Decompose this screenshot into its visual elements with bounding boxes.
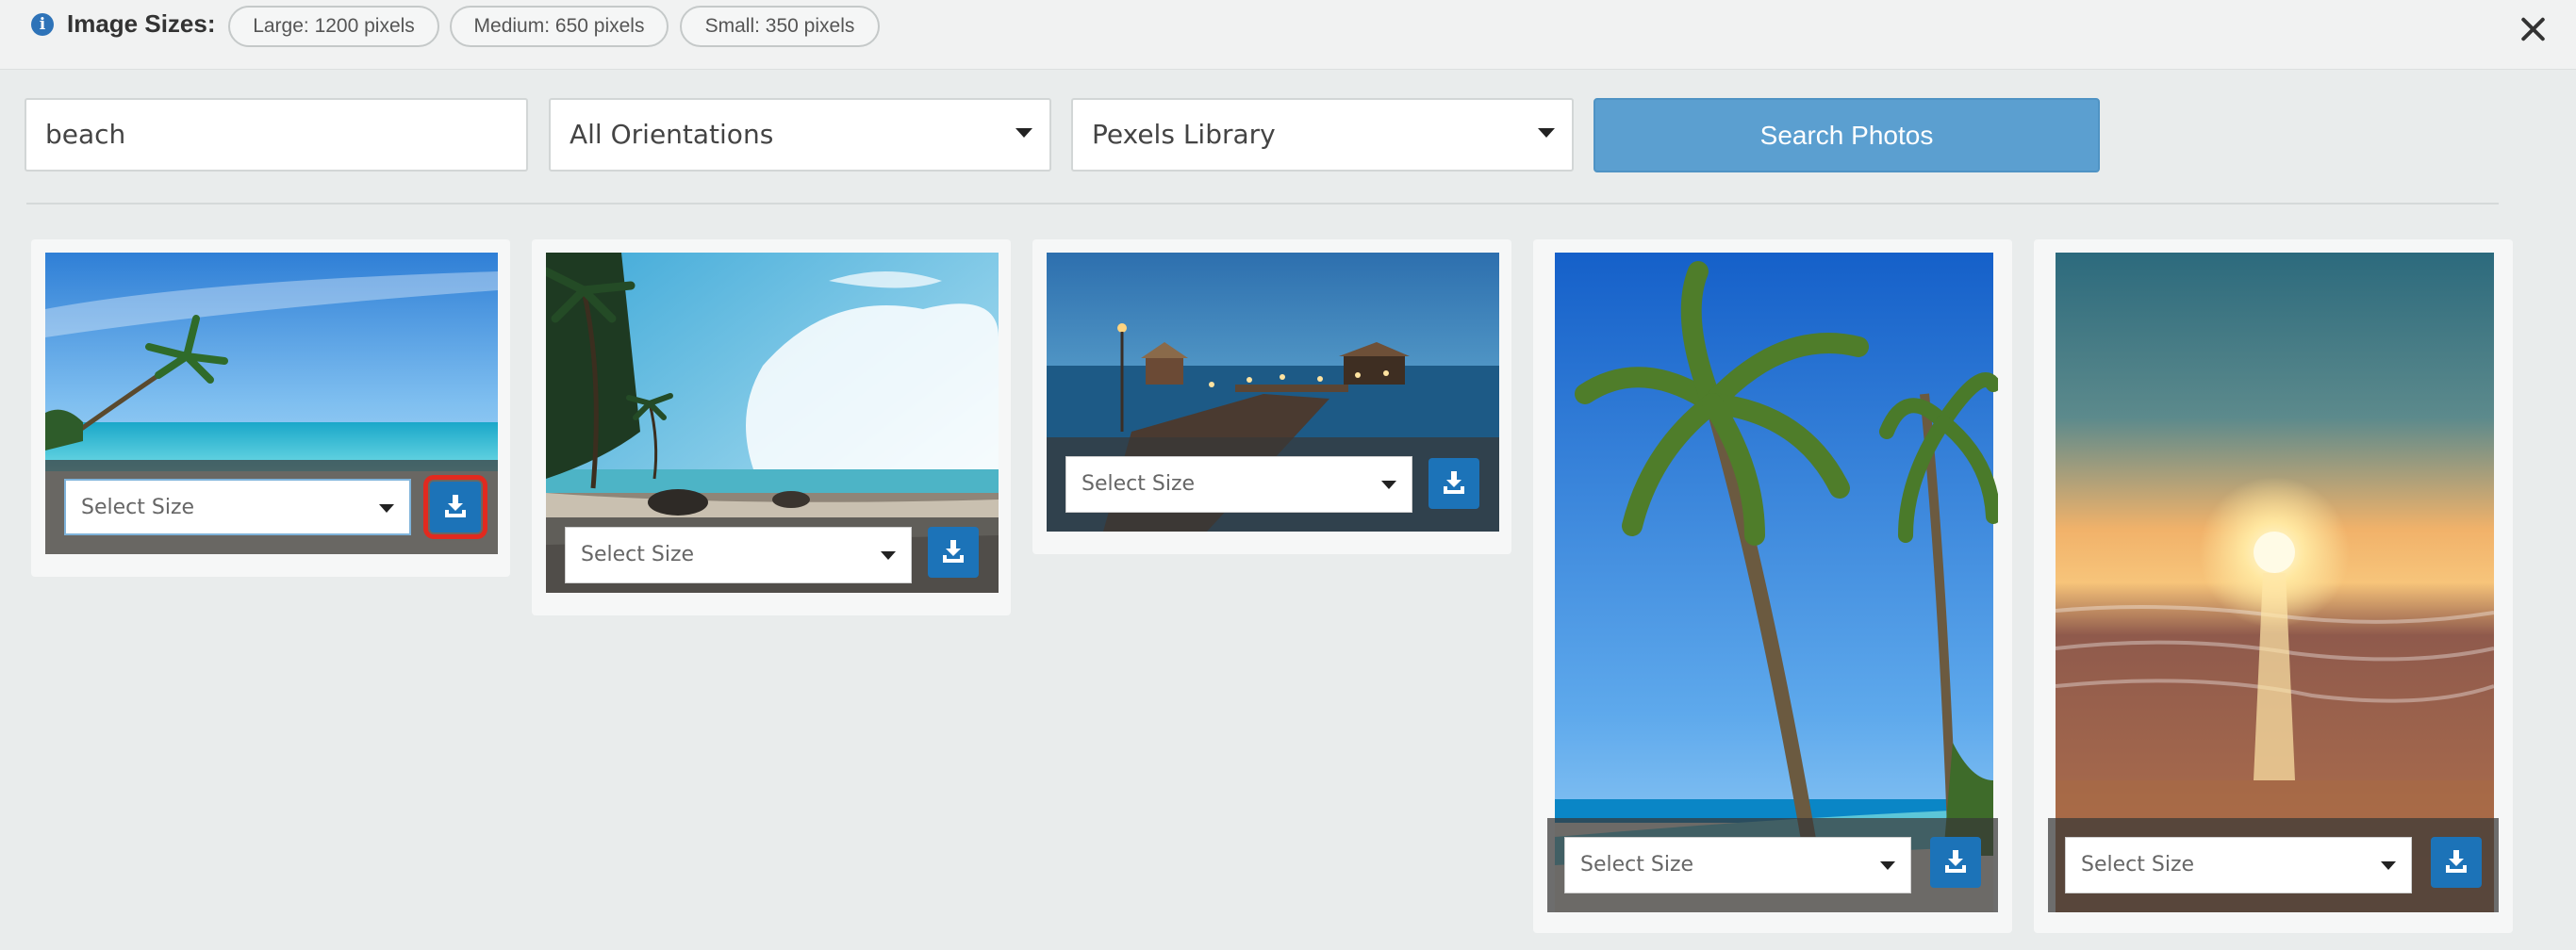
select-size-label: Select Size xyxy=(2081,853,2195,876)
photo-card: Select Size xyxy=(1032,239,1511,554)
close-icon[interactable] xyxy=(2516,12,2550,46)
download-button[interactable] xyxy=(423,475,487,539)
download-icon xyxy=(1945,850,1966,873)
select-size-label: Select Size xyxy=(1082,472,1196,496)
photo-card: Select Size xyxy=(31,239,510,577)
search-query-field[interactable] xyxy=(45,119,526,150)
select-size-dropdown[interactable]: Select Size xyxy=(1564,837,1911,893)
photo-thumbnail[interactable]: Select Size xyxy=(2048,253,2499,912)
library-select[interactable]: Pexels Library xyxy=(1071,98,1574,172)
chevron-down-icon xyxy=(2381,861,2396,870)
select-size-dropdown[interactable]: Select Size xyxy=(565,527,912,583)
library-value: Pexels Library xyxy=(1092,119,1276,150)
chevron-down-icon xyxy=(1880,861,1895,870)
search-photos-button[interactable]: Search Photos xyxy=(1593,98,2100,172)
photo-thumbnail[interactable]: Select Size xyxy=(1047,253,1499,532)
photo-overlay: Select Size xyxy=(1047,437,1499,532)
download-icon xyxy=(943,540,964,563)
download-button[interactable] xyxy=(928,527,979,578)
orientation-select[interactable]: All Orientations xyxy=(549,98,1051,172)
palm-photo xyxy=(1555,253,1998,912)
photo-overlay: Select Size xyxy=(546,517,999,593)
photo-thumbnail[interactable]: Select Size xyxy=(45,253,498,554)
photo-card: Select Size xyxy=(532,239,1011,615)
select-size-label: Select Size xyxy=(81,496,195,519)
download-icon xyxy=(445,495,466,517)
download-button[interactable] xyxy=(1930,837,1981,888)
image-sizes-bar: i Image Sizes: Large: 1200 pixels Medium… xyxy=(0,0,2576,70)
download-button[interactable] xyxy=(2431,837,2482,888)
divider xyxy=(26,203,2499,205)
chevron-down-icon xyxy=(379,504,394,513)
image-sizes-label: Image Sizes: xyxy=(67,9,216,38)
info-icon: i xyxy=(31,13,54,36)
photo-thumbnail[interactable]: Select Size xyxy=(1547,253,1998,912)
download-icon xyxy=(2446,850,2467,873)
select-size-dropdown[interactable]: Select Size xyxy=(1065,456,1412,513)
sunset-photo xyxy=(2055,253,2495,912)
photo-overlay: Select Size xyxy=(1547,818,1998,912)
photo-overlay: Select Size xyxy=(2048,818,2499,912)
photo-card: Select Size xyxy=(1533,239,2012,933)
size-pill-large: Large: 1200 pixels xyxy=(228,6,439,47)
select-size-dropdown[interactable]: Select Size xyxy=(64,479,411,535)
size-pill-small: Small: 350 pixels xyxy=(680,6,880,47)
search-input[interactable] xyxy=(25,98,528,172)
select-size-label: Select Size xyxy=(1580,853,1694,876)
size-pill-medium: Medium: 650 pixels xyxy=(450,6,669,47)
photo-thumbnail[interactable]: Select Size xyxy=(546,253,999,593)
select-size-dropdown[interactable]: Select Size xyxy=(2065,837,2412,893)
chevron-down-icon xyxy=(1016,128,1032,138)
chevron-down-icon xyxy=(1381,481,1396,489)
chevron-down-icon xyxy=(1538,128,1555,138)
chevron-down-icon xyxy=(881,551,896,560)
photo-overlay: Select Size xyxy=(45,460,498,554)
download-button[interactable] xyxy=(1428,458,1479,509)
orientation-value: All Orientations xyxy=(570,119,774,150)
download-icon xyxy=(1444,471,1464,494)
select-size-label: Select Size xyxy=(581,543,695,566)
photo-card: Select Size xyxy=(2034,239,2513,933)
